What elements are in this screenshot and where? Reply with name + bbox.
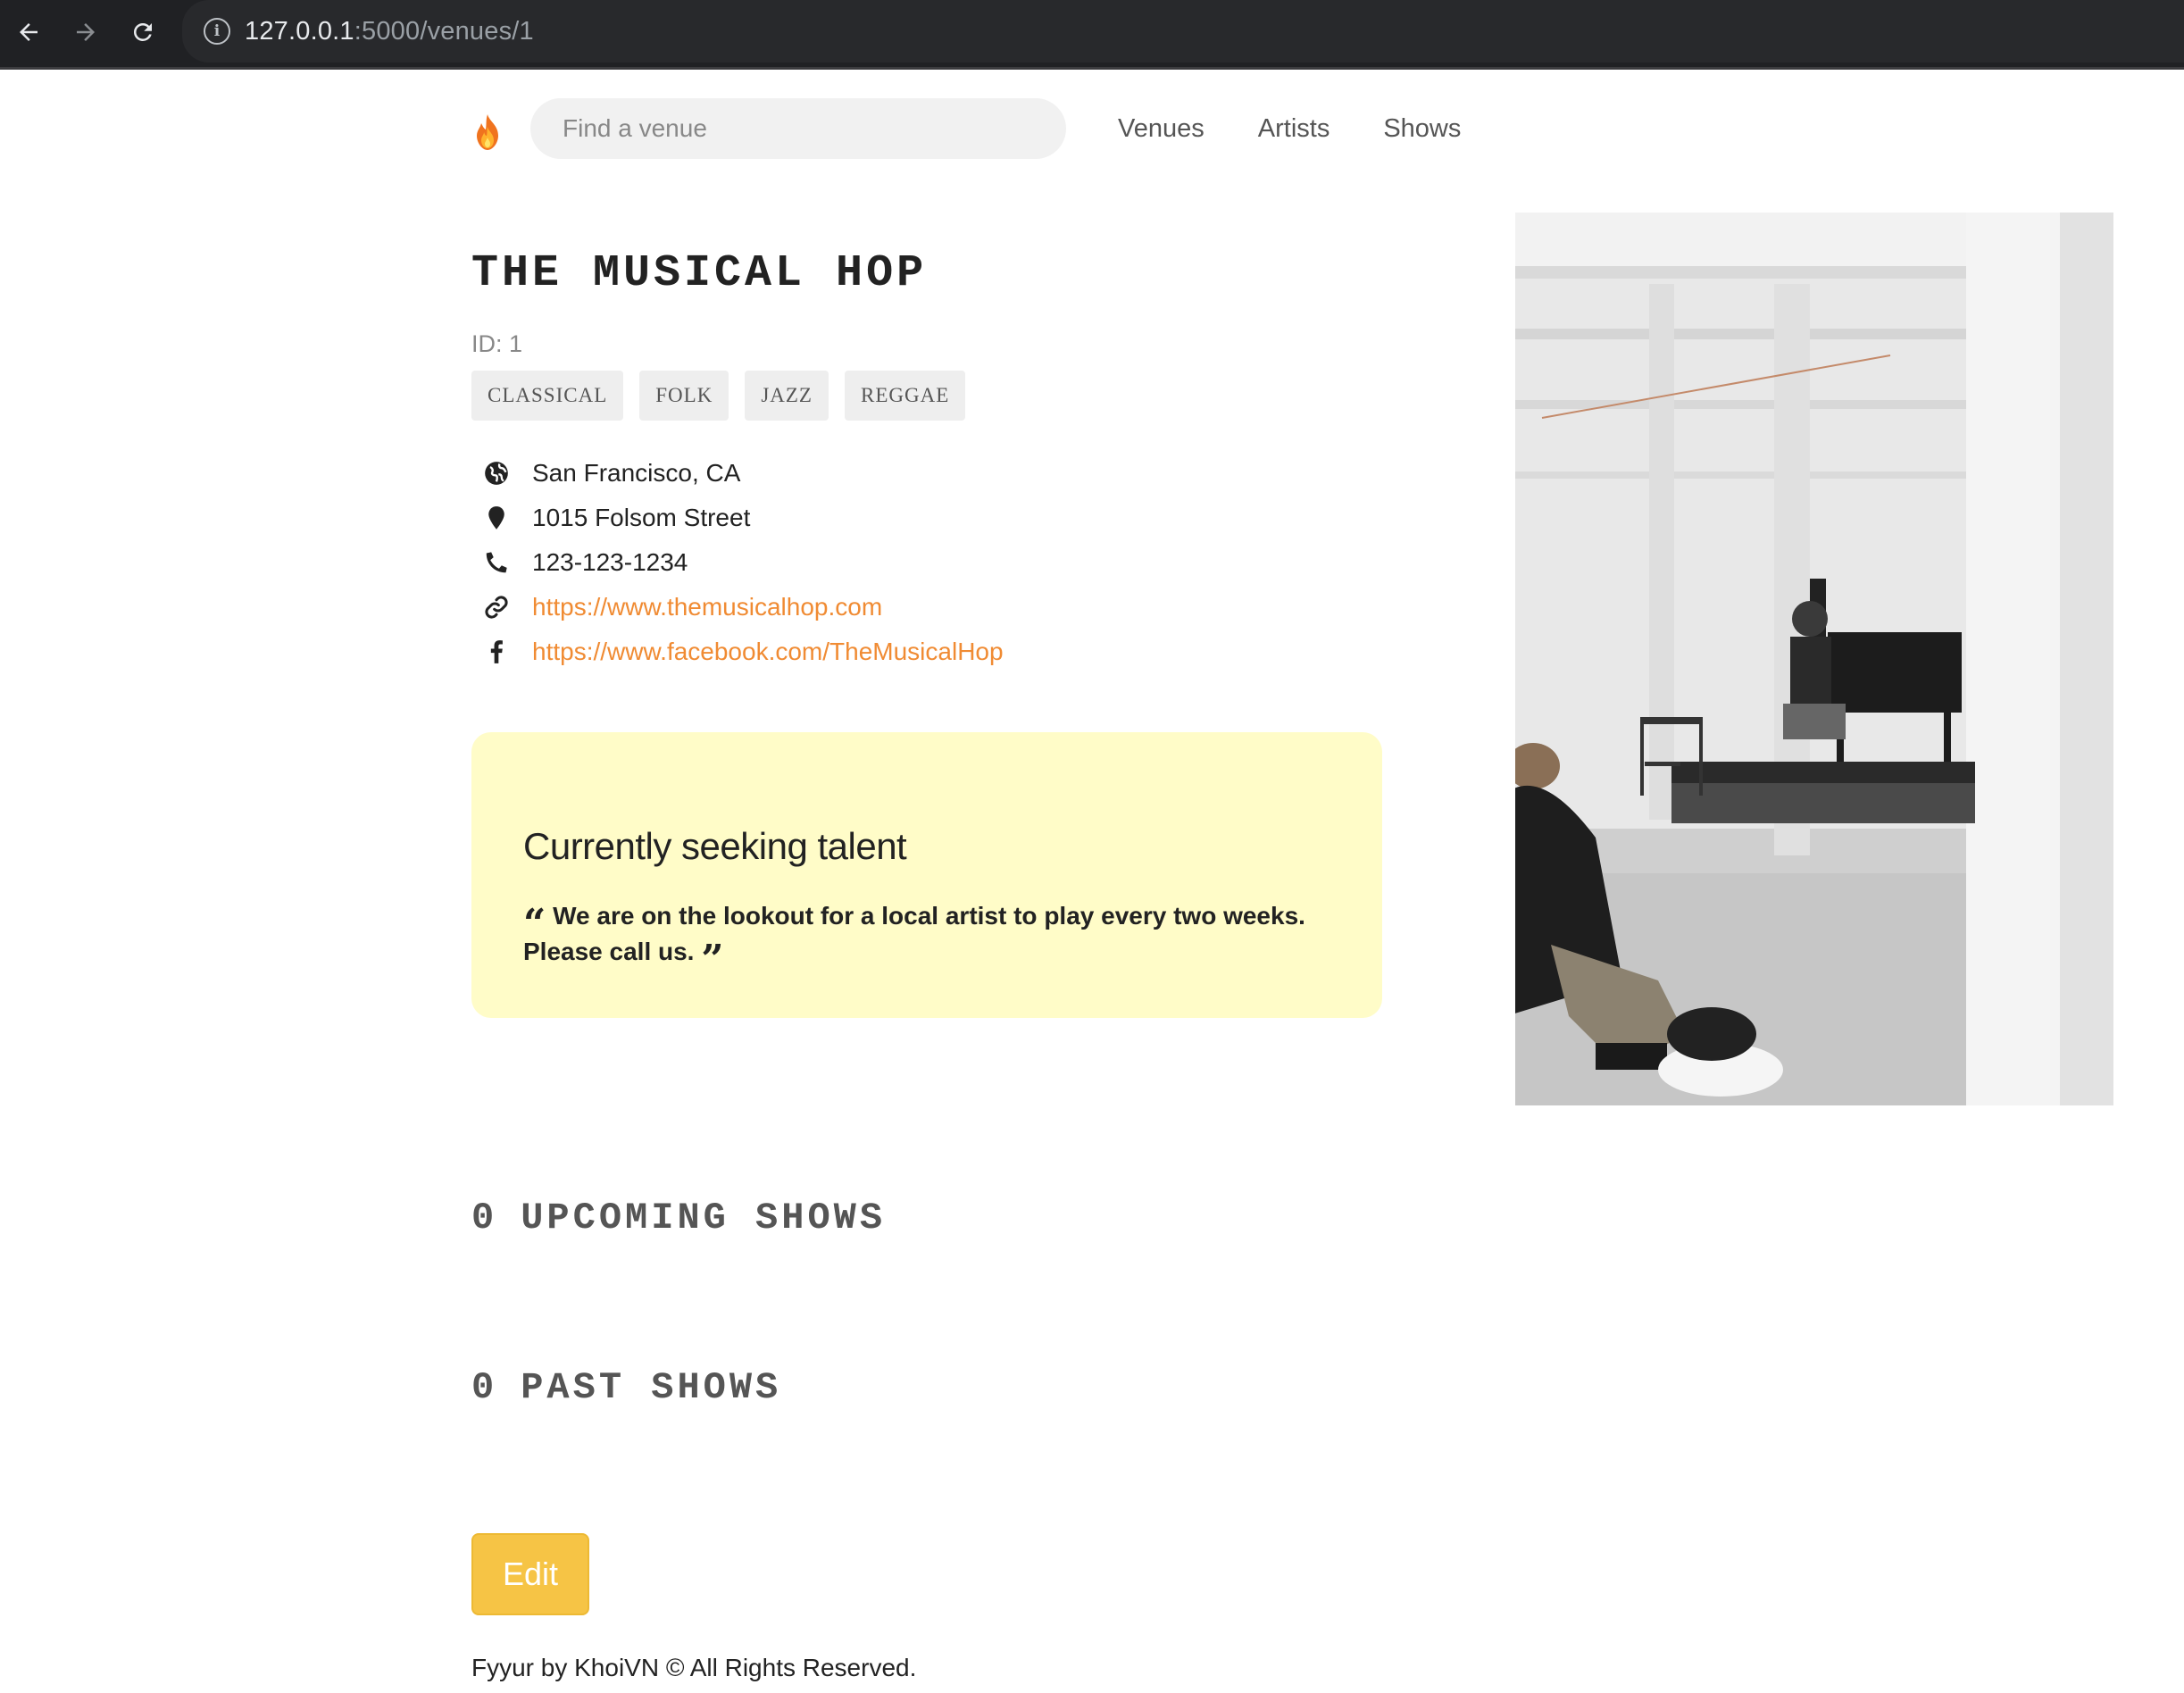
flame-icon[interactable] xyxy=(471,113,504,152)
venue-address-row: 1015 Folsom Street xyxy=(471,496,1004,540)
search-input[interactable]: Find a venue xyxy=(530,98,1066,159)
upcoming-shows-count: 0 xyxy=(471,1197,498,1239)
venue-image xyxy=(1515,213,2113,1105)
venue-location-row: San Francisco, CA xyxy=(471,451,1004,496)
genre-badge: CLASSICAL xyxy=(471,371,624,421)
past-shows-count: 0 xyxy=(471,1366,498,1409)
map-marker-icon xyxy=(488,506,504,530)
past-shows-heading: 0 PAST SHOWS xyxy=(471,1366,781,1409)
upcoming-shows-label: UPCOMING SHOWS xyxy=(521,1197,887,1239)
site-info-icon[interactable]: i xyxy=(204,18,230,45)
venue-phone-row: 123-123-1234 xyxy=(471,540,1004,585)
globe-icon xyxy=(485,462,508,485)
seeking-description-block: “ We are on the lookout for a local arti… xyxy=(523,898,1345,982)
quote-right-icon: ” xyxy=(701,937,724,982)
seeking-title: Currently seeking talent xyxy=(523,825,907,867)
edit-button[interactable]: Edit xyxy=(471,1533,589,1615)
url-host: 127.0.0.1 xyxy=(245,16,354,46)
genre-badge: FOLK xyxy=(639,371,729,421)
past-shows-label: PAST SHOWS xyxy=(521,1366,782,1409)
reload-button[interactable] xyxy=(123,13,163,52)
upcoming-shows-heading: 0 UPCOMING SHOWS xyxy=(471,1197,886,1239)
venue-website-row: https://www.themusicalhop.com xyxy=(471,585,1004,630)
url-text[interactable]: 127.0.0.1:5000/venues/1 xyxy=(245,17,534,46)
url-path: :5000/venues/1 xyxy=(354,16,534,46)
quote-left-icon: “ xyxy=(523,901,546,947)
reload-icon xyxy=(133,22,152,41)
footer-text: Fyyur by KhoiVN © All Rights Reserved. xyxy=(471,1654,917,1681)
back-button[interactable] xyxy=(9,13,48,52)
venue-facebook-link[interactable]: https://www.facebook.com/TheMusicalHop xyxy=(532,638,1004,666)
genre-badge: JAZZ xyxy=(745,371,829,421)
seeking-description: We are on the lookout for a local artist… xyxy=(523,902,1305,965)
seeking-talent-panel: Currently seeking talent “ We are on the… xyxy=(471,732,1382,1018)
nav-link-artists[interactable]: Artists xyxy=(1258,114,1330,144)
browser-toolbar: i 127.0.0.1:5000/venues/1 xyxy=(0,0,2184,70)
venue-phone: 123-123-1234 xyxy=(532,548,688,576)
venue-website-link[interactable]: https://www.themusicalhop.com xyxy=(532,593,882,621)
venue-city-state: San Francisco, CA xyxy=(532,459,741,487)
phone-icon xyxy=(486,552,507,573)
link-icon xyxy=(485,596,508,619)
facebook-icon xyxy=(490,640,503,663)
address-bar[interactable]: i 127.0.0.1:5000/venues/1 xyxy=(182,0,2184,63)
forward-button[interactable] xyxy=(66,13,105,52)
nav-link-shows[interactable]: Shows xyxy=(1383,114,1461,144)
genre-list: CLASSICAL FOLK JAZZ REGGAE xyxy=(471,371,966,421)
genre-badge: REGGAE xyxy=(844,371,966,421)
venue-info-list: San Francisco, CA 1015 Folsom Street 123… xyxy=(471,451,1004,674)
venue-id: ID: 1 xyxy=(471,330,523,357)
venue-address: 1015 Folsom Street xyxy=(532,504,751,531)
venue-facebook-row: https://www.facebook.com/TheMusicalHop xyxy=(471,630,1004,674)
arrow-right-icon xyxy=(77,23,95,41)
main-nav: Venues Artists Shows xyxy=(1118,114,1461,144)
arrow-left-icon xyxy=(20,23,38,41)
venue-name: THE MUSICAL HOP xyxy=(471,248,928,299)
nav-link-venues[interactable]: Venues xyxy=(1118,114,1205,144)
